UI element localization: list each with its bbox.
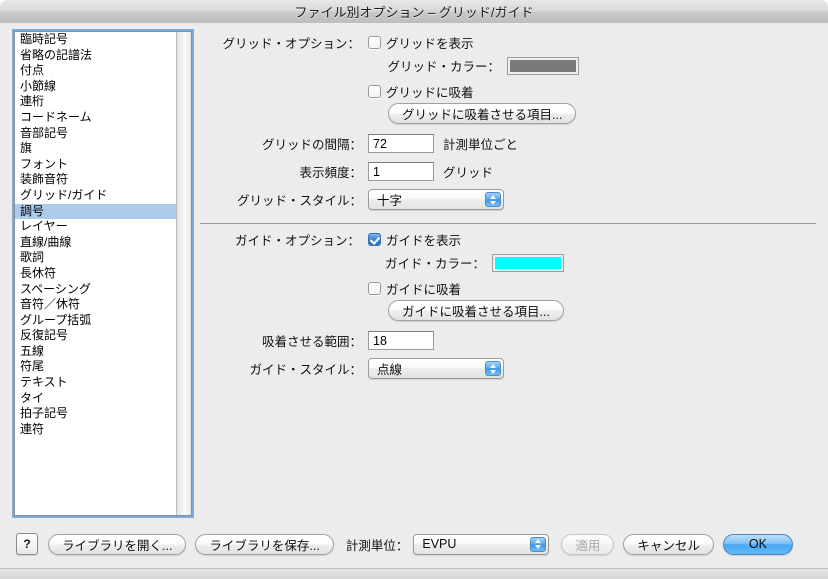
list-item[interactable]: 歌詞 [15, 250, 176, 266]
grid-frequency-label: 表示頻度： [299, 166, 362, 180]
list-item[interactable]: タイ [15, 391, 176, 407]
guide-color-row: ガイド・カラー： [200, 253, 564, 272]
list-item[interactable]: 旗 [15, 141, 176, 157]
guide-color-swatch[interactable] [492, 253, 564, 272]
guide-snap-items-button[interactable]: ガイドに吸着させる項目... [388, 300, 564, 321]
grid-style-select[interactable]: 十字 [368, 189, 504, 210]
list-item[interactable]: 臨時記号 [15, 32, 176, 48]
grid-frequency-input[interactable]: 1 [368, 162, 434, 181]
show-grid-checkbox[interactable] [368, 36, 381, 49]
apply-button[interactable]: 適用 [561, 533, 615, 555]
grid-spacing-row: グリッドの間隔： 72 計測単位ごと [200, 134, 518, 153]
save-library-button[interactable]: ライブラリを保存... [195, 533, 334, 555]
unit-value: EVPU [422, 537, 457, 551]
list-item[interactable]: 連桁 [15, 94, 176, 110]
list-item[interactable]: 連符 [15, 422, 176, 438]
snap-range-row: 吸着させる範囲： 18 [200, 331, 434, 350]
list-item[interactable]: 小節線 [15, 79, 176, 95]
list-item[interactable]: スペーシング [15, 282, 176, 298]
list-item[interactable]: グループ括弧 [15, 313, 176, 329]
title-bar: ファイル別オプション – グリッド/ガイド [0, 0, 828, 24]
unit-select[interactable]: EVPU [413, 533, 550, 555]
show-guide-label: ガイドを表示 [386, 234, 462, 248]
list-item[interactable]: 拍子記号 [15, 406, 176, 422]
list-item[interactable]: 音部記号 [15, 126, 176, 142]
grid-spacing-suffix: 計測単位ごと [443, 138, 519, 152]
guide-style-stepper-icon[interactable] [485, 361, 501, 376]
list-item[interactable]: 付点 [15, 63, 176, 79]
snap-to-guide-checkbox[interactable] [368, 282, 381, 295]
guide-snap-items-row: ガイドに吸着させる項目... [388, 300, 564, 321]
snap-guide-row: ガイドに吸着 [368, 279, 461, 298]
footer-strip [0, 569, 828, 579]
list-item[interactable]: 長休符 [15, 266, 176, 282]
snap-to-grid-checkbox[interactable] [368, 85, 381, 98]
list-item[interactable]: 五線 [15, 344, 176, 360]
snap-grid-row: グリッドに吸着 [368, 82, 474, 101]
grid-color-row: グリッド・カラー： [200, 56, 579, 75]
grid-style-row: グリッド・スタイル： 十字 [200, 189, 504, 210]
help-button[interactable]: ? [16, 533, 38, 555]
grid-style-stepper-icon[interactable] [485, 192, 501, 207]
ok-button[interactable]: OK [722, 533, 793, 555]
dialog-footer: ? ライブラリを開く... ライブラリを保存... 計測単位： EVPU 適用 … [0, 523, 828, 579]
options-panel: グリッド・オプション： グリッドを表示 グリッド・カラー： グリッドに吸着 グリ… [200, 23, 818, 523]
grid-frequency-row: 表示頻度： 1 グリッド [200, 162, 493, 181]
guide-style-select[interactable]: 点線 [368, 358, 504, 379]
snap-to-guide-label: ガイドに吸着 [386, 283, 462, 297]
grid-frequency-suffix: グリッド [443, 166, 494, 180]
guide-options-label: ガイド・オプション： [234, 234, 360, 248]
grid-snap-items-button[interactable]: グリッドに吸着させる項目... [388, 103, 577, 124]
list-item[interactable]: 直線/曲線 [15, 235, 176, 251]
grid-spacing-label: グリッドの間隔： [261, 138, 362, 152]
footer-left-group: ? ライブラリを開く... ライブラリを保存... 計測単位： EVPU 適用 … [16, 533, 793, 555]
list-item[interactable]: グリッド/ガイド [15, 188, 176, 204]
cancel-button[interactable]: キャンセル [623, 533, 714, 555]
snap-to-grid-label: グリッドに吸着 [386, 86, 474, 100]
grid-style-label: グリッド・スタイル： [236, 194, 362, 208]
list-item[interactable]: テキスト [15, 375, 176, 391]
section-divider [200, 223, 816, 224]
list-item[interactable]: 調号 [15, 203, 176, 220]
grid-color-label: グリッド・カラー： [387, 60, 500, 74]
guide-color-label: ガイド・カラー： [384, 257, 485, 271]
unit-label: 計測単位： [345, 538, 409, 553]
list-item[interactable]: 省略の記譜法 [15, 48, 176, 64]
show-grid-label: グリッドを表示 [386, 37, 474, 51]
snap-range-input[interactable]: 18 [368, 331, 434, 350]
list-item[interactable]: レイヤー [15, 219, 176, 235]
grid-style-value: 十字 [377, 194, 403, 208]
dialog-content: 臨時記号 省略の記譜法 付点 小節線 連桁 コードネーム 音部記号旗フォント 装飾音符 グリッド… [0, 23, 828, 579]
grid-options-row: グリッド・オプション： グリッドを表示 [200, 33, 474, 52]
list-item[interactable]: コードネーム [15, 110, 176, 126]
window-title: ファイル別オプション – グリッド/ガイド [294, 5, 534, 20]
guide-style-label: ガイド・スタイル： [249, 363, 362, 377]
category-list-items[interactable]: 臨時記号 省略の記譜法 付点 小節線 連桁 コードネーム 音部記号旗フォント 装飾音符 グリッド… [15, 32, 176, 515]
snap-range-label: 吸着させる範囲： [261, 335, 362, 349]
guide-options-row: ガイド・オプション： ガイドを表示 [200, 230, 461, 249]
list-item[interactable]: 反復記号 [15, 328, 176, 344]
grid-spacing-input[interactable]: 72 [368, 134, 434, 153]
category-list-scrollbar[interactable] [176, 32, 191, 515]
grid-options-label: グリッド・オプション： [222, 37, 360, 51]
grid-snap-items-row: グリッドに吸着させる項目... [388, 103, 577, 124]
unit-stepper-icon[interactable] [530, 536, 547, 552]
show-guide-checkbox[interactable] [368, 233, 381, 246]
dialog-window: ファイル別オプション – グリッド/ガイド 臨時記号 省略の記譜法 付点 小節線 連桁コ… [0, 0, 828, 579]
list-item[interactable]: 符尾 [15, 359, 176, 375]
list-item[interactable]: 装飾音符 [15, 172, 176, 188]
open-library-button[interactable]: ライブラリを開く... [48, 533, 187, 555]
category-list[interactable]: 臨時記号 省略の記譜法 付点 小節線 連桁 コードネーム 音部記号旗フォント 装飾音符 グリッド… [12, 29, 194, 518]
guide-style-row: ガイド・スタイル： 点線 [200, 358, 504, 379]
guide-style-value: 点線 [377, 363, 403, 377]
list-item[interactable]: 音符／休符 [15, 297, 176, 313]
grid-color-swatch[interactable] [507, 56, 579, 75]
list-item[interactable]: フォント [15, 157, 176, 173]
